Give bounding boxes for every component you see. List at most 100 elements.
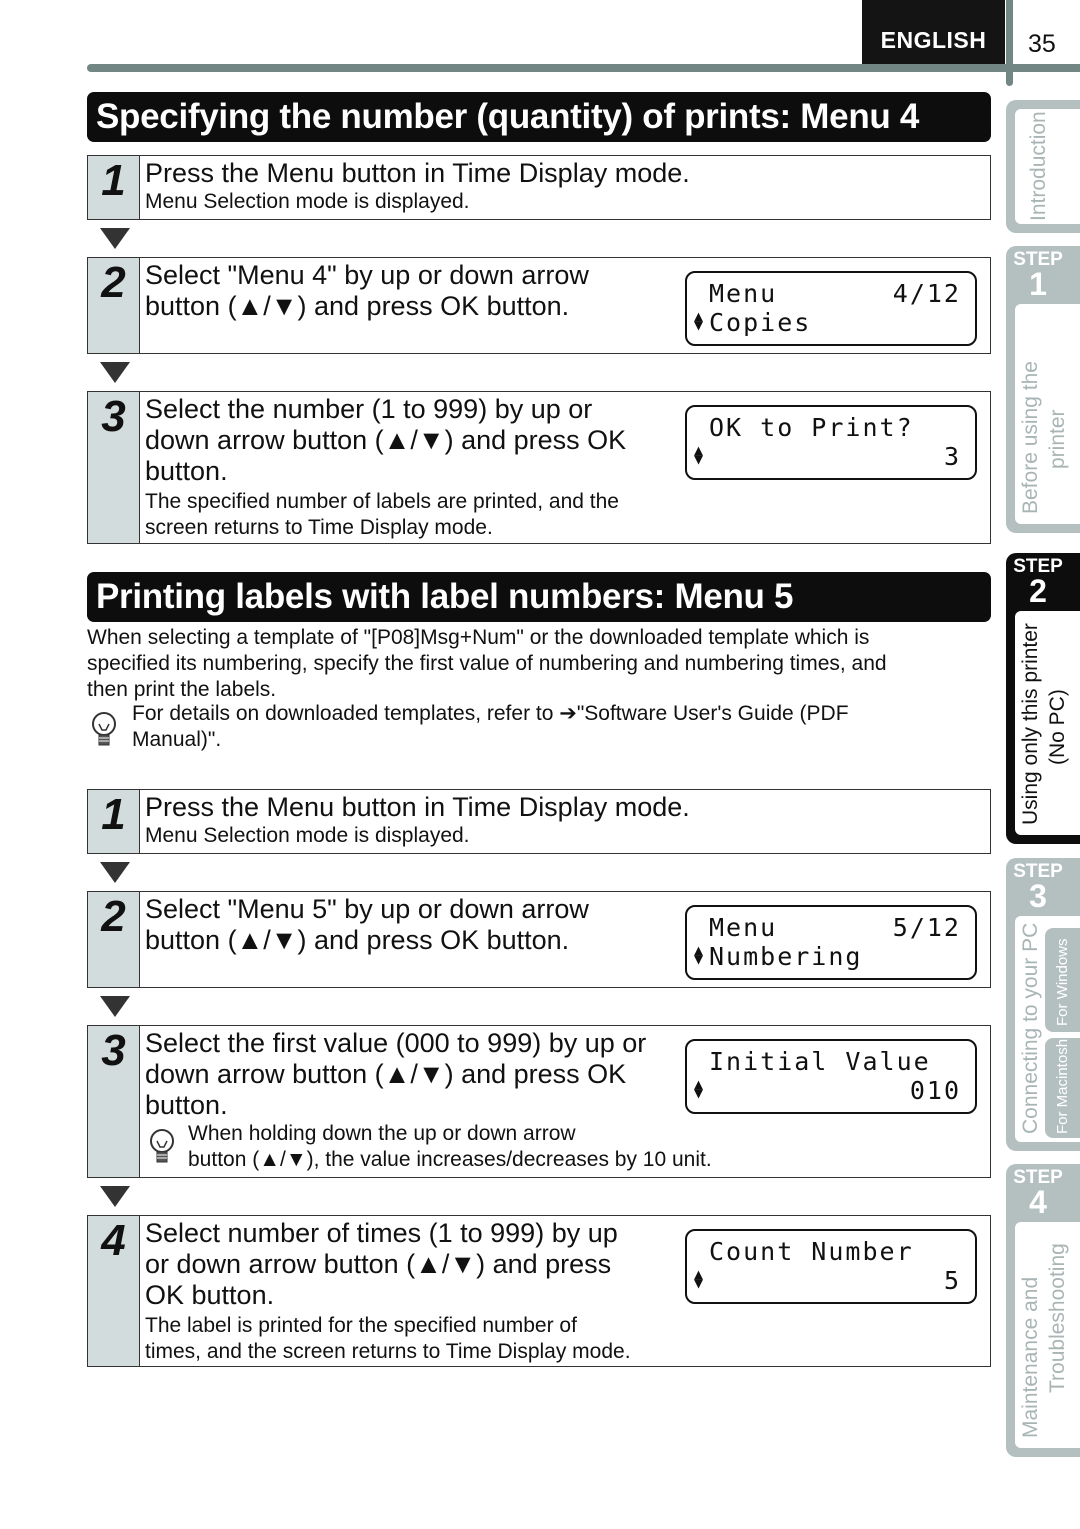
- instruction-line: button.: [145, 456, 228, 486]
- subtab-for-macintosh[interactable]: For Macintosh: [1045, 1038, 1080, 1138]
- lcd-line-2-text: Copies: [709, 308, 812, 337]
- lcd-line-1-text: Menu: [709, 279, 778, 308]
- intro-line: specified its numbering, specify the fir…: [87, 652, 887, 675]
- tab-step-number: 3: [1029, 878, 1047, 914]
- lcd-display: Count Number 5 ▲ ▼: [685, 1229, 977, 1304]
- next-step-arrow-icon: [100, 362, 130, 383]
- step-number: 1: [88, 790, 140, 853]
- step-instruction: Select number of times (1 to 999) by up o…: [145, 1218, 618, 1311]
- instruction-line: down arrow button (▲/▼) and press OK: [145, 425, 627, 455]
- step-instruction: Press the Menu button in Time Display mo…: [145, 792, 690, 823]
- up-down-arrow-icon: ▲ ▼: [694, 1075, 704, 1102]
- step-1: 1 Press the Menu button in Time Display m…: [87, 789, 991, 854]
- sidebar-tab-step-1[interactable]: STEP 1 Before using the printer: [1006, 246, 1080, 533]
- next-step-arrow-icon: [100, 228, 130, 249]
- step-instruction: Select the first value (000 to 999) by u…: [145, 1028, 646, 1121]
- step-note: Menu Selection mode is displayed.: [145, 823, 470, 849]
- tab-label: Maintenance and: [1019, 1276, 1042, 1438]
- instruction-line: Press the Menu button in Time Display mo…: [145, 792, 690, 822]
- next-step-arrow-icon: [100, 996, 130, 1017]
- step-number: 2: [88, 892, 140, 987]
- step-number: 3: [88, 1026, 140, 1177]
- intro-line: When selecting a template of "[P08]Msg+N…: [87, 626, 870, 649]
- instruction-line: Select number of times (1 to 999) by up: [145, 1218, 618, 1248]
- tab-label: Before using the: [1019, 361, 1042, 514]
- lcd-line-2: Copies: [709, 308, 961, 337]
- tab-step-number: 1: [1029, 266, 1047, 302]
- tab-label: Introduction: [1027, 111, 1050, 221]
- instruction-line: or down arrow button (▲/▼) and press: [145, 1249, 612, 1279]
- page-number: 35: [1028, 30, 1056, 58]
- step-note: Menu Selection mode is displayed.: [145, 189, 470, 215]
- step-instruction: Select the number (1 to 999) by up or dow…: [145, 394, 626, 487]
- intro-line: then print the labels.: [87, 678, 277, 701]
- tab-label: printer: [1046, 409, 1069, 469]
- tip-line: For details on downloaded templates, ref…: [132, 702, 849, 725]
- note-line: The label is printed for the specified n…: [145, 1314, 577, 1337]
- note-line: Menu Selection mode is displayed.: [145, 824, 470, 847]
- instruction-line: down arrow button (▲/▼) and press OK: [145, 1059, 627, 1089]
- lcd-line-2: Numbering: [709, 942, 961, 971]
- step-note: The label is printed for the specified n…: [145, 1313, 631, 1365]
- step-number: 1: [88, 156, 140, 219]
- lcd-line-1: Menu 5/12: [709, 913, 961, 942]
- step-1: 1 Press the Menu button in Time Display m…: [87, 155, 991, 220]
- tab-label: Using only this printer: [1019, 623, 1042, 825]
- sidebar-tab-step-2[interactable]: STEP 2 Using only this printer (No PC): [1006, 553, 1080, 844]
- instruction-line: button (▲/▼) and press OK button.: [145, 291, 570, 321]
- header-vertical-rule: [1006, 0, 1013, 86]
- lcd-line-2-value: 010: [909, 1076, 961, 1105]
- note-line: The specified number of labels are print…: [145, 490, 619, 513]
- lightbulb-icon: [146, 1127, 178, 1172]
- sidebar-tab-introduction[interactable]: Introduction: [1006, 100, 1080, 233]
- tip-line: button (▲/▼), the value increases/decrea…: [188, 1148, 712, 1171]
- tab-body: Introduction: [1015, 109, 1080, 224]
- up-down-arrow-icon: ▲ ▼: [694, 441, 704, 468]
- lightbulb-icon: [88, 710, 120, 755]
- sidebar-tab-step-3[interactable]: STEP 3 Connecting to your PC For Windows For…: [1006, 858, 1080, 1151]
- lcd-display: Menu 5/12 Numbering ▲ ▼: [685, 905, 977, 980]
- lcd-display: Initial Value 010 ▲ ▼: [685, 1039, 977, 1114]
- tab-label: Troubleshooting: [1046, 1243, 1069, 1393]
- tab-step-number: 4: [1029, 1184, 1047, 1220]
- instruction-line: Select the first value (000 to 999) by u…: [145, 1028, 647, 1058]
- lcd-line-1: Count Number: [709, 1237, 961, 1266]
- up-down-arrow-icon: ▲ ▼: [694, 941, 704, 968]
- tip-line: When holding down the up or down arrow: [188, 1122, 576, 1145]
- step-number: 3: [88, 392, 140, 543]
- step-tip: When holding down the up or down arrow bu…: [188, 1121, 712, 1173]
- lcd-line-2-text: Numbering: [709, 942, 863, 971]
- tab-step-number: 2: [1029, 573, 1047, 609]
- up-down-arrow-icon: ▲ ▼: [694, 1265, 704, 1292]
- step-instruction: Press the Menu button in Time Display mo…: [145, 158, 690, 189]
- tab-body: Using only this printer (No PC): [1015, 611, 1080, 835]
- instruction-line: OK button.: [145, 1280, 275, 1310]
- tab-label: (No PC): [1046, 689, 1069, 765]
- lcd-display: OK to Print? 3 ▲ ▼: [685, 405, 977, 480]
- lcd-line-1-text: Initial Value: [709, 1047, 931, 1076]
- instruction-line: Select "Menu 5" by up or down arrow: [145, 894, 589, 924]
- tab-body: Maintenance and Troubleshooting: [1015, 1222, 1080, 1448]
- tip-line: Manual)".: [132, 728, 222, 751]
- lcd-line-1: OK to Print?: [709, 413, 961, 442]
- sidebar-tab-step-4[interactable]: STEP 4 Maintenance and Troubleshooting: [1006, 1164, 1080, 1457]
- step-note: The specified number of labels are print…: [145, 489, 619, 541]
- header-rule: [87, 64, 1080, 72]
- note-line: Menu Selection mode is displayed.: [145, 190, 470, 213]
- tab-body: Connecting to your PC For Windows For Maci…: [1015, 916, 1080, 1142]
- lcd-line-1-text: OK to Print?: [709, 413, 914, 442]
- instruction-line: button.: [145, 1090, 228, 1120]
- subtab-for-windows[interactable]: For Windows: [1045, 928, 1080, 1032]
- lcd-line-1: Initial Value: [709, 1047, 961, 1076]
- note-line: times, and the screen returns to Time Di…: [145, 1340, 631, 1363]
- subtab-label: For Macintosh: [1054, 1038, 1071, 1134]
- lcd-line-1-value: 5/12: [892, 913, 961, 942]
- instruction-line: button (▲/▼) and press OK button.: [145, 925, 570, 955]
- lcd-line-1-text: Menu: [709, 913, 778, 942]
- lcd-display: Menu 4/12 Copies ▲ ▼: [685, 271, 977, 346]
- lcd-line-1: Menu 4/12: [709, 279, 961, 308]
- tip-note: For details on downloaded templates, ref…: [132, 701, 849, 753]
- step-instruction: Select "Menu 5" by up or down arrow butto…: [145, 894, 589, 956]
- section-title-menu5: Printing labels with label numbers: Menu…: [87, 572, 991, 622]
- note-line: screen returns to Time Display mode.: [145, 516, 493, 539]
